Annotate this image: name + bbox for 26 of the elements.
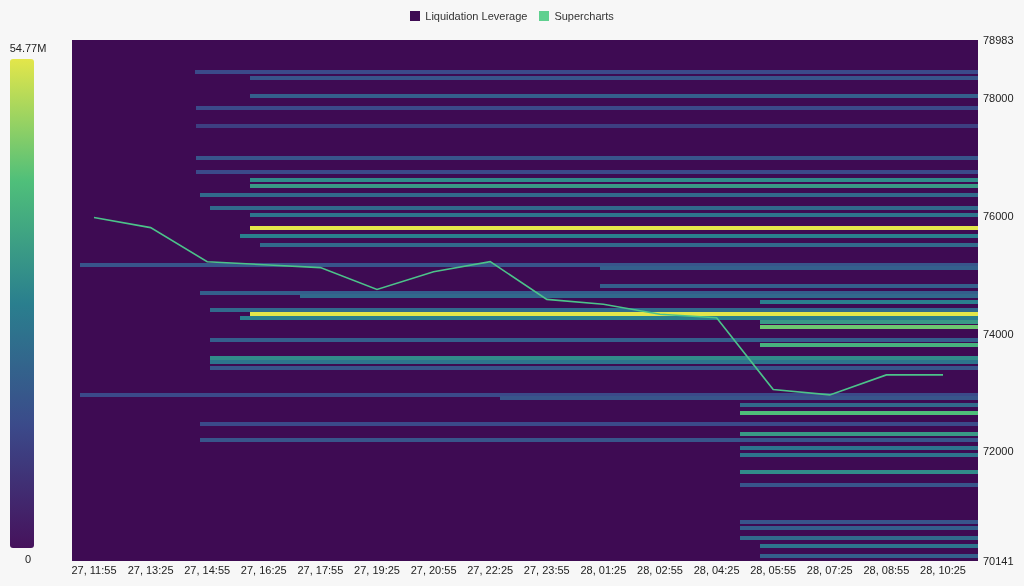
axis-label: 27, 22:25 [467,564,514,576]
axis-label: 28, 08:55 [863,564,910,576]
axis-label: 28, 10:25 [920,564,966,576]
scale-min-label: 0 [24,553,32,565]
axis-label: 74000 [983,327,1014,340]
axis-label: 27, 13:25 [127,564,174,576]
axis-label: 70141 [983,555,1014,567]
axis-label: 27, 14:55 [184,564,231,576]
axis-label: 27, 17:55 [297,564,344,576]
axis-label: 28, 04:25 [693,564,740,576]
axis-label: 27, 16:25 [240,564,287,576]
axis-label: 78000 [983,91,1014,104]
axis-label: 27, 23:55 [523,564,570,576]
axis-label: 27, 20:55 [410,564,457,576]
axis-label: 28, 07:25 [806,564,853,576]
axis-label: 72000 [983,445,1014,458]
axis-label: 78983 [983,34,1014,46]
axis-label: 28, 02:55 [637,564,683,576]
axis-label: 76000 [983,209,1014,222]
scale-max-label: 54.77M [9,42,47,54]
axis-label: 28, 01:25 [580,564,627,576]
axis-label: 27, 11:55 [71,564,117,576]
legend-label[interactable]: Supercharts [554,10,614,22]
legend-label[interactable]: Liquidation Leverage [425,10,528,22]
axis-label: 28, 05:55 [750,564,797,576]
axis-label: 27, 19:25 [354,564,400,576]
